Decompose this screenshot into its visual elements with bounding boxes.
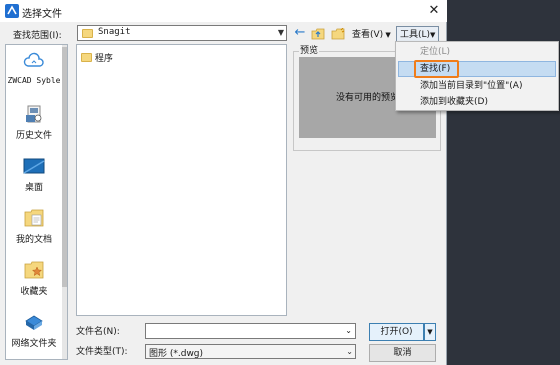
cancel-button[interactable]: 取消 [369,344,436,362]
tools-dropdown-menu: 定位(L) 查找(F) 添加当前目录到"位置"(A) 添加到收藏夹(D) [395,41,559,111]
open-button[interactable]: 打开(O) [369,323,424,341]
back-arrow-icon[interactable]: ← [293,26,307,40]
lookin-value: Snagit [98,27,131,37]
menu-item-add-to-places[interactable]: 添加当前目录到"位置"(A) [420,79,522,93]
cancel-label: 取消 [393,348,412,358]
menu-item-locate[interactable]: 定位(L) [420,45,450,59]
sidebar-item-label: 我的文档 [15,235,52,245]
title-bar [0,0,447,22]
folder-icon [81,53,92,62]
lookin-combo[interactable]: Snagit ▼ [77,25,287,41]
open-label: 打开(O) [380,327,413,337]
open-options-button[interactable]: ▼ [424,323,436,341]
sidebar-item-zwcad[interactable]: ZWCAD Syble [6,51,62,85]
folder-up-icon[interactable] [311,28,325,40]
window-title: 选择文件 [22,9,62,20]
sidebar-item-network[interactable]: 网络文件夹 [6,311,62,349]
filename-label: 文件名(N): [76,327,120,337]
sidebar-item-desktop[interactable]: 桌面 [6,155,62,193]
list-item[interactable]: 程序 [81,51,113,64]
view-label: 查看(V) [352,30,384,40]
sidebar-item-label: 收藏夹 [20,287,48,297]
app-icon [5,4,19,18]
documents-icon [24,209,44,227]
lookin-label: 查找范围(I): [13,31,62,41]
tools-dropdown-icon: ▼ [430,31,436,39]
annotation-highlight-box [414,60,459,78]
sidebar-item-label: 历史文件 [15,131,52,141]
places-sidebar: ZWCAD Syble 历史文件 桌面 我的文档 收藏夹 网络文件夹 [5,44,68,360]
filetype-value: 图形 (*.dwg) [149,349,204,359]
folder-icon [82,29,93,38]
view-dropdown-icon: ▼ [383,31,391,39]
chevron-down-icon: ▼ [277,28,284,37]
chevron-down-icon: ⌄ [346,347,353,356]
file-name: 程序 [94,54,113,64]
preview-label: 预览 [299,43,320,56]
cloud-icon [23,52,44,67]
tools-label: 工具(L) [400,30,431,40]
file-list[interactable]: 程序 [76,44,287,316]
sidebar-item-history[interactable]: 历史文件 [6,103,62,141]
sidebar-item-favorites[interactable]: 收藏夹 [6,259,62,297]
favorites-icon [24,261,44,279]
new-folder-icon[interactable] [331,28,345,40]
chevron-down-icon: ▼ [427,328,433,336]
filetype-combo[interactable]: 图形 (*.dwg) ⌄ [145,344,356,359]
chevron-down-icon: ⌄ [345,326,352,335]
sidebar-item-documents[interactable]: 我的文档 [6,207,62,245]
sidebar-item-label: 桌面 [24,183,43,193]
view-menu-button[interactable]: 查看(V) ▼ [352,27,391,43]
history-icon [26,105,42,123]
filetype-label: 文件类型(T): [76,347,128,357]
sidebar-item-label: 网络文件夹 [11,339,57,349]
sidebar-scroll-thumb[interactable] [62,47,67,287]
menu-item-add-to-favorites[interactable]: 添加到收藏夹(D) [420,95,488,109]
network-icon [25,315,43,330]
sidebar-item-label: ZWCAD Syble [7,76,61,85]
close-button[interactable]: ✕ [424,2,444,20]
filename-input[interactable]: ⌄ [145,323,356,339]
tools-menu-button[interactable]: 工具(L)▼ [396,26,440,42]
desktop-icon [23,158,45,174]
